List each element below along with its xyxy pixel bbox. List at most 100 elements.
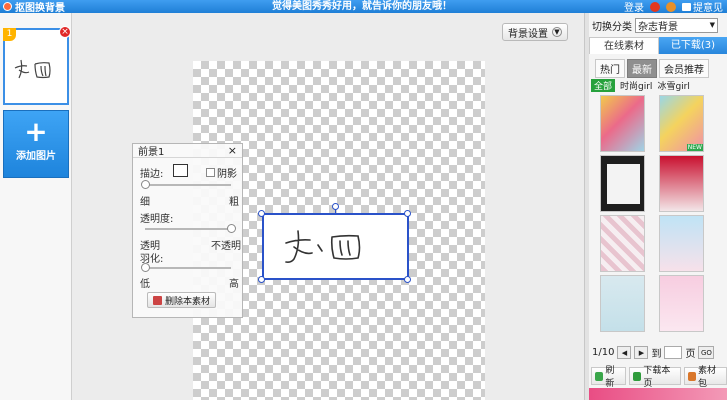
material-thumbnail[interactable] (659, 275, 704, 332)
next-page-icon[interactable]: ▶ (634, 346, 649, 359)
thumbnail-number-badge: 1 (3, 28, 16, 41)
page-unit-label: 页 (685, 349, 696, 360)
filter-all[interactable]: 全部 (591, 79, 616, 92)
delete-material-button[interactable]: 删除本素材 (147, 292, 216, 308)
tab-online-materials[interactable]: 在线素材 (589, 37, 659, 54)
shadow-label: 阴影 (217, 169, 237, 180)
shadow-checkbox[interactable]: 阴影 (206, 165, 237, 180)
slogan-text: 觉得美图秀秀好用，就告诉你的朋友哦！ (272, 1, 452, 12)
close-icon[interactable]: × (228, 144, 237, 157)
plus-icon: + (24, 115, 48, 148)
stroke-color-swatch[interactable] (173, 164, 188, 177)
filter-fashion-girl[interactable]: 时尚girl (620, 79, 652, 92)
weibo-icon[interactable] (666, 1, 676, 12)
high-label: 高 (229, 279, 239, 290)
app-title: 抠图换背景 (3, 0, 65, 14)
material-thumbnail[interactable]: NEW (659, 95, 704, 152)
category-row: 切换分类 杂志背景 ▼ (589, 17, 727, 33)
feather-slider-knob[interactable] (141, 263, 150, 272)
rotate-handle[interactable] (332, 203, 339, 210)
close-icon[interactable]: × (59, 26, 71, 38)
category-value: 杂志背景 (638, 21, 678, 33)
thick-label: 粗 (229, 197, 239, 208)
material-thumbnail[interactable] (600, 95, 645, 152)
refresh-button[interactable]: 刷新 (591, 366, 626, 389)
pager: 1/10 ◀ ▶ 到 页 GO (592, 345, 715, 360)
filter-ice-girl[interactable]: 冰雪girl (657, 79, 689, 92)
material-tabs: 在线素材 已下载(3) (589, 37, 727, 54)
tab-downloaded[interactable]: 已下载(3) (659, 37, 727, 54)
download-page-label: 下载本页 (643, 366, 671, 389)
prev-page-icon[interactable]: ◀ (617, 346, 632, 359)
stroke-slider-track[interactable] (145, 184, 231, 186)
app-title-text: 抠图换背景 (15, 3, 65, 14)
image-list-panel: 1 × + 添加图片 (0, 13, 72, 400)
feather-slider-track[interactable] (145, 267, 231, 269)
title-bar: 抠图换背景 觉得美图秀秀好用，就告诉你的朋友哦！ 登录 提意见 (0, 0, 727, 14)
refresh-icon (595, 371, 604, 381)
resize-handle-top-left[interactable] (258, 210, 265, 217)
new-badge: NEW (686, 144, 703, 151)
resize-handle-top-right[interactable] (404, 210, 411, 217)
background-settings-button[interactable]: 背景设置 ▼ (502, 23, 568, 41)
goto-label: 到 (651, 349, 662, 360)
panel-header: 前景1 × (133, 144, 242, 158)
subtab-latest[interactable]: 最新 (627, 59, 657, 78)
package-icon (687, 371, 696, 381)
trash-icon (152, 295, 162, 305)
foreground-properties-panel: 前景1 × 描边: 阴影 细 粗 透明度: 透明 不透明 羽化: 低 高 删除本… (132, 143, 243, 318)
category-label: 切换分类 (592, 21, 632, 33)
subtab-hot[interactable]: 热门 (595, 59, 625, 78)
stroke-slider-knob[interactable] (141, 180, 150, 189)
chevron-down-icon: ▼ (709, 21, 715, 29)
selected-sticker[interactable] (262, 213, 409, 280)
chevron-down-icon: ▼ (552, 27, 562, 37)
login-link[interactable]: 登录 (624, 0, 644, 14)
resize-handle-bottom-left[interactable] (258, 276, 265, 283)
background-settings-label: 背景设置 (508, 28, 548, 40)
page-input[interactable] (664, 346, 683, 359)
add-image-label: 添加图片 (16, 151, 56, 162)
feedback-link[interactable]: 提意见 (682, 0, 723, 14)
material-pack-label: 素材包 (698, 366, 717, 389)
qq-icon[interactable] (650, 1, 660, 12)
ad-banner[interactable] (589, 388, 727, 400)
thumbnail-signature-image (14, 59, 51, 79)
go-button[interactable]: GO (698, 346, 715, 359)
opacity-label: 透明度: (140, 214, 174, 225)
titlebar-actions: 登录 提意见 (624, 0, 727, 14)
opacity-slider-knob[interactable] (227, 224, 236, 233)
material-panel: 切换分类 杂志背景 ▼ 在线素材 已下载(3) 热门 最新 会员推荐 全部 时尚… (589, 13, 727, 400)
low-label: 低 (140, 279, 150, 290)
refresh-label: 刷新 (605, 366, 615, 389)
sort-subtabs: 热门 最新 会员推荐 (595, 59, 709, 78)
add-image-button[interactable]: + 添加图片 (3, 110, 69, 178)
material-thumbnail[interactable] (659, 155, 704, 212)
frame-area (607, 164, 640, 204)
feedback-label: 提意见 (693, 3, 723, 14)
checkbox-box (206, 168, 215, 177)
resize-handle-bottom-right[interactable] (404, 276, 411, 283)
signature-image (285, 230, 361, 263)
subtab-member[interactable]: 会员推荐 (659, 59, 709, 78)
material-pack-button[interactable]: 素材包 (683, 366, 727, 389)
image-thumbnail[interactable]: 1 × (3, 26, 71, 105)
thin-label: 细 (140, 197, 150, 208)
opaque-label: 不透明 (211, 241, 241, 252)
stroke-label: 描边: (140, 169, 164, 180)
category-select[interactable]: 杂志背景 ▼ (635, 17, 718, 33)
app-logo-icon (3, 2, 12, 11)
page-indicator: 1/10 (592, 347, 615, 358)
download-icon (632, 371, 642, 381)
material-thumbnail[interactable] (600, 155, 645, 212)
action-row: 刷新 下载本页 素材包 (589, 366, 727, 389)
material-thumbnail[interactable] (600, 215, 645, 272)
delete-material-label: 删除本素材 (164, 296, 210, 307)
filter-row: 全部 时尚girl 冰雪girl (591, 79, 690, 92)
material-thumbnail[interactable] (600, 275, 645, 332)
feedback-icon (682, 2, 691, 11)
opacity-slider-track[interactable] (145, 228, 231, 230)
material-thumbnail[interactable] (659, 215, 704, 272)
panel-title: 前景1 (138, 147, 165, 158)
download-page-button[interactable]: 下载本页 (628, 366, 681, 389)
